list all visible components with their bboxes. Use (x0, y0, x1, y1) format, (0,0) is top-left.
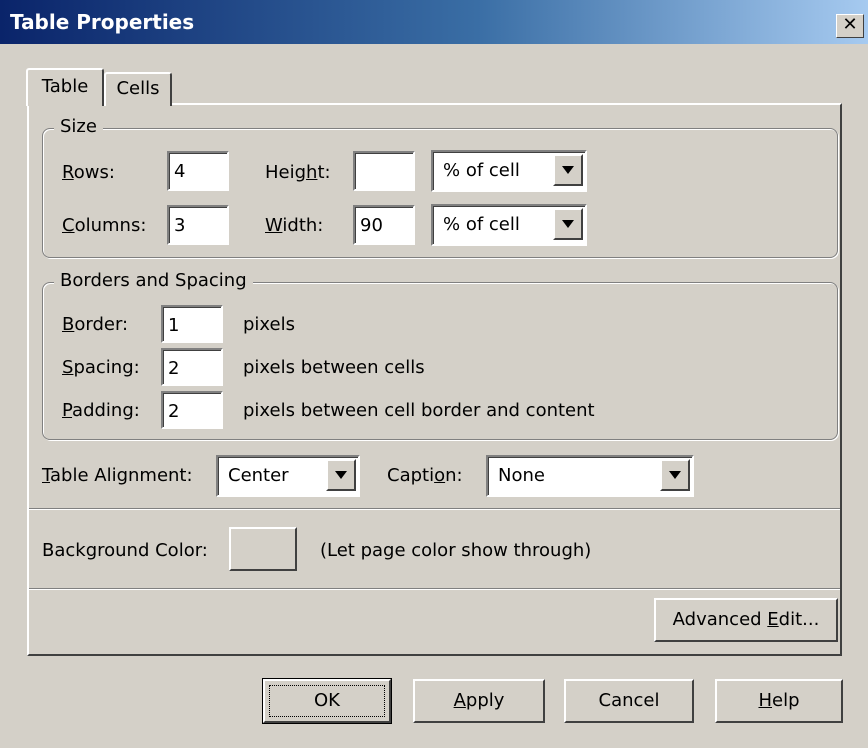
border-label: Border: (62, 314, 129, 335)
spacing-suffix: pixels between cells (243, 357, 425, 378)
caption-label: Caption: (387, 465, 463, 486)
spacing-label: Spacing: (62, 357, 140, 378)
chevron-down-icon[interactable] (660, 459, 690, 491)
columns-input[interactable]: 3 (167, 205, 229, 245)
height-unit-select[interactable]: % of cell (431, 150, 587, 192)
help-button[interactable]: Help (715, 679, 843, 723)
table-alignment-select[interactable]: Center (216, 455, 360, 497)
caption-value: None (498, 465, 545, 486)
apply-button[interactable]: Apply (413, 679, 545, 723)
chevron-down-icon[interactable] (326, 459, 356, 491)
width-unit-value: % of cell (443, 214, 520, 235)
background-color-label: Background Color: (42, 540, 208, 561)
borders-group-title: Borders and Spacing (54, 270, 253, 291)
size-group-title: Size (54, 116, 103, 137)
separator-top (29, 508, 840, 510)
spacing-input[interactable]: 2 (161, 348, 223, 386)
ok-button[interactable]: OK (262, 678, 392, 724)
advanced-edit-button[interactable]: Advanced Edit... (654, 598, 838, 642)
close-icon[interactable]: ✕ (836, 14, 864, 38)
cancel-button[interactable]: Cancel (564, 679, 694, 723)
padding-input[interactable]: 2 (161, 391, 223, 429)
tab-table[interactable]: Table (26, 68, 104, 106)
background-color-button[interactable] (229, 527, 297, 571)
rows-input[interactable]: 4 (167, 151, 229, 191)
height-unit-value: % of cell (443, 160, 520, 181)
border-suffix: pixels (243, 314, 295, 335)
table-alignment-value: Center (228, 465, 289, 486)
width-input[interactable]: 90 (353, 205, 415, 245)
rows-label: Rows: (62, 162, 115, 183)
padding-label: Padding: (62, 400, 140, 421)
padding-suffix: pixels between cell border and content (243, 400, 595, 421)
columns-label: Columns: (62, 215, 147, 236)
chevron-down-icon[interactable] (553, 208, 583, 240)
table-alignment-label: Table Alignment: (42, 465, 193, 486)
height-label: Height: (265, 162, 331, 183)
tab-cells[interactable]: Cells (104, 72, 172, 106)
window-title: Table Properties (10, 10, 195, 34)
width-label: Width: (265, 215, 324, 236)
border-input[interactable]: 1 (161, 305, 223, 343)
caption-select[interactable]: None (486, 455, 694, 497)
chevron-down-icon[interactable] (553, 154, 583, 186)
width-unit-select[interactable]: % of cell (431, 204, 587, 246)
height-input[interactable] (353, 151, 415, 191)
background-color-note: (Let page color show through) (320, 540, 592, 561)
separator-bottom (29, 588, 840, 590)
